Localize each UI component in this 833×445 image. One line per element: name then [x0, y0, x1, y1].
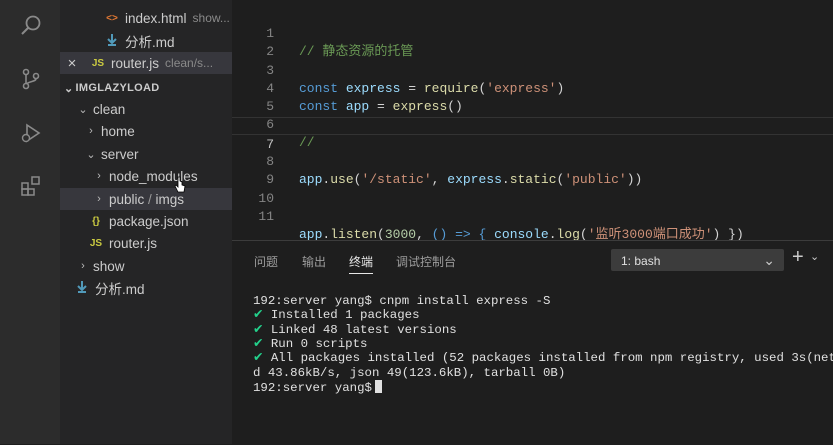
file-markdown[interactable]: 分析.md: [60, 277, 232, 299]
chevron-down-icon[interactable]: ⌄: [810, 250, 819, 263]
terminal-select-value: 1: bash: [621, 254, 661, 268]
chevron-down-icon: ⌄: [64, 82, 74, 95]
folder-home[interactable]: › home: [60, 120, 232, 142]
line-number: 11: [258, 209, 274, 224]
js-icon: JS: [89, 237, 103, 249]
chevron-right-icon: ›: [97, 170, 101, 182]
code-line: 3 const express = require('express'): [232, 44, 833, 96]
open-editor-path-hint: clean/s...: [165, 56, 214, 70]
tab-terminal[interactable]: 终端: [349, 253, 374, 274]
folder-clean[interactable]: ⌄ clean: [60, 98, 232, 120]
tab-output[interactable]: 输出: [302, 253, 326, 270]
project-section-header[interactable]: ⌄ IMGLAZYLOAD: [60, 78, 232, 98]
current-code-line: 7: [232, 117, 833, 152]
search-icon[interactable]: [18, 12, 44, 38]
terminal-text: Linked 48 latest versions: [263, 323, 457, 337]
chevron-down-icon: ⌄: [763, 252, 775, 268]
terminal-line: 192:server yang$ cnpm install express -S: [253, 294, 551, 308]
code-line: 10: [232, 172, 833, 206]
open-editor-path-hint: show...: [192, 11, 230, 25]
chevron-right-icon: ›: [89, 125, 93, 137]
terminal-select[interactable]: 1: bash ⌄: [611, 249, 784, 271]
path-separator: /: [144, 191, 156, 207]
check-icon: ✔: [253, 323, 264, 337]
terminal-text: All packages installed (52 packages inst…: [263, 351, 833, 365]
terminal-cursor: [374, 380, 382, 393]
code-line: 2: [232, 25, 833, 59]
check-icon: ✔: [253, 337, 264, 351]
file-router-js[interactable]: JS router.js: [60, 232, 232, 254]
markdown-icon: [104, 33, 120, 49]
code-line: 4 const app = express(): [232, 62, 833, 114]
markdown-icon: [74, 280, 90, 296]
folder-show[interactable]: › show: [60, 255, 232, 277]
open-editor-markdown[interactable]: 分析.md: [60, 30, 232, 52]
js-icon: JS: [91, 57, 105, 69]
code-line: 9: [232, 153, 833, 187]
folder-label: public: [109, 191, 145, 207]
terminal-line: ✔ Installed 1 packages: [253, 308, 420, 322]
file-package-json[interactable]: {} package.json: [60, 210, 232, 232]
code-line: 1 // 静态资源的托管: [232, 7, 833, 59]
explorer-sidebar: <> index.html show... 分析.md × JS router.…: [60, 0, 232, 444]
code-line: 8 app.use('/static', express.static('pub…: [232, 135, 833, 187]
open-editor-index-html[interactable]: <> index.html show...: [60, 7, 232, 29]
chevron-down-icon: ⌄: [78, 103, 88, 116]
bottom-panel: 问题 输出 终端 调试控制台 1: bash ⌄ + ⌄ 192:server …: [232, 240, 833, 445]
terminal-prompt: 192:server yang$: [253, 381, 372, 395]
open-editor-label: 分析.md: [125, 35, 175, 50]
run-debug-icon[interactable]: [18, 120, 44, 146]
check-icon: ✔: [253, 308, 264, 322]
terminal-line: ✔ Linked 48 latest versions: [253, 323, 457, 337]
html-icon: <>: [106, 12, 118, 24]
json-icon: {}: [92, 215, 100, 227]
code-editor[interactable]: 1 // 静态资源的托管 2 3 const express = require…: [232, 0, 833, 242]
add-terminal-button[interactable]: +: [792, 246, 804, 269]
code-line: 11 app.listen(3000, () => { console.log(…: [232, 190, 833, 242]
source-control-icon[interactable]: [18, 66, 44, 92]
terminal-text: Run 0 scripts: [263, 337, 368, 351]
tab-problems[interactable]: 问题: [254, 253, 278, 270]
tab-debug-console[interactable]: 调试控制台: [396, 253, 456, 270]
chevron-right-icon: ›: [81, 260, 85, 272]
open-editor-label: index.html: [125, 10, 187, 26]
folder-label: server: [101, 146, 139, 162]
open-editor-label: router.js: [111, 55, 160, 71]
file-label: 分析.md: [95, 282, 145, 297]
terminal-line: ✔ All packages installed (52 packages in…: [253, 351, 833, 365]
check-icon: ✔: [253, 351, 264, 365]
folder-label: show: [93, 258, 125, 274]
terminal-prompt-line[interactable]: 192:server yang$: [253, 380, 382, 395]
folder-node-modules[interactable]: › node_modules: [60, 165, 232, 187]
open-editor-router-js[interactable]: × JS router.js clean/s...: [60, 52, 232, 74]
file-label: router.js: [109, 235, 158, 251]
extensions-icon[interactable]: [18, 173, 44, 199]
code-line: 5: [232, 80, 833, 114]
terminal-line: d 43.86kB/s, json 49(123.6kB), tarball 0…: [253, 366, 566, 380]
chevron-down-icon: ⌄: [86, 148, 96, 161]
file-label: package.json: [109, 213, 189, 229]
folder-label: clean: [93, 101, 126, 117]
project-title: IMGLAZYLOAD: [75, 82, 160, 94]
activity-bar: [0, 0, 60, 444]
code-line: 6 //: [232, 98, 833, 150]
folder-label: home: [101, 123, 135, 139]
terminal-text: Installed 1 packages: [263, 308, 420, 322]
chevron-right-icon: ›: [97, 193, 101, 205]
folder-server[interactable]: ⌄ server: [60, 143, 232, 165]
folder-public-imgs[interactable]: › public / imgs: [60, 188, 232, 210]
mouse-pointer-icon: [174, 176, 186, 193]
close-icon[interactable]: ×: [60, 55, 84, 72]
terminal-line: ✔ Run 0 scripts: [253, 337, 368, 351]
